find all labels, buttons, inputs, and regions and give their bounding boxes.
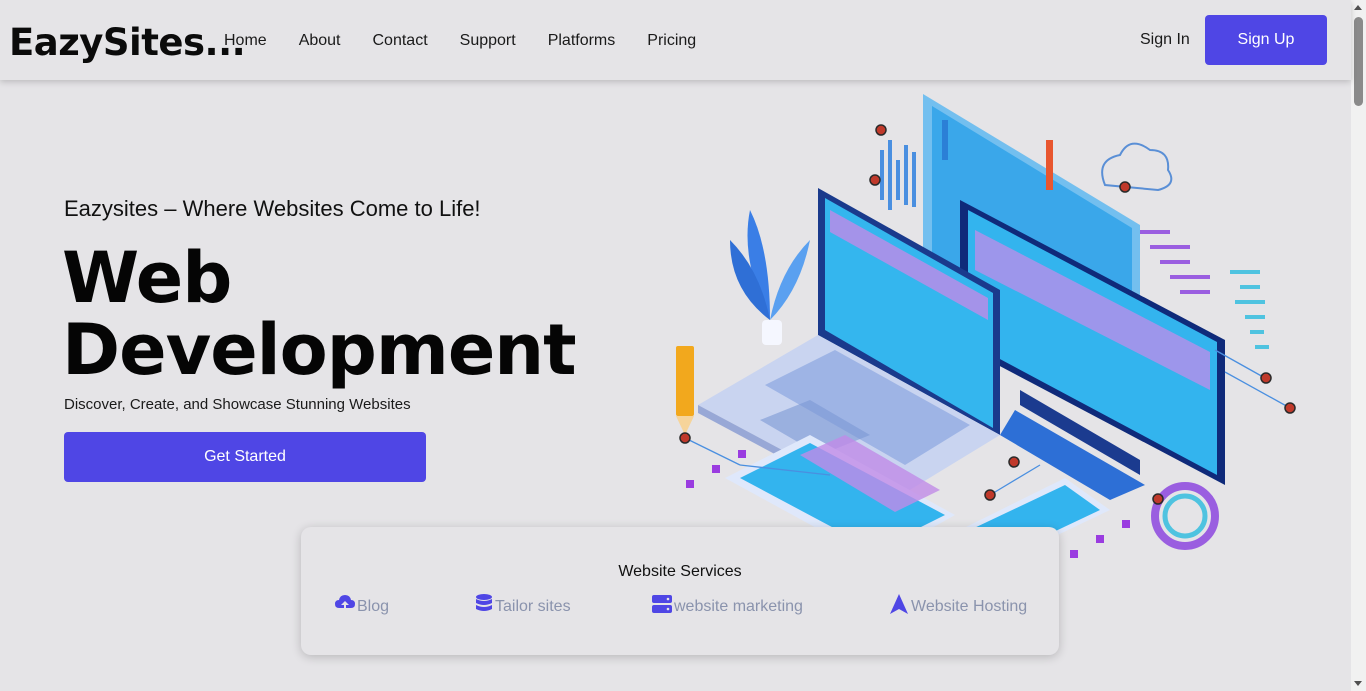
scroll-down-arrow-icon[interactable] bbox=[1354, 681, 1362, 686]
database-icon bbox=[474, 593, 495, 620]
nav-support[interactable]: Support bbox=[460, 31, 516, 51]
hero-title-line2: Development bbox=[62, 309, 577, 391]
main-nav: Home About Contact Support Platforms Pri… bbox=[224, 31, 728, 51]
scroll-thumb[interactable] bbox=[1354, 17, 1363, 106]
service-blog[interactable]: Blog bbox=[334, 593, 389, 620]
right-stripes bbox=[1140, 230, 1210, 294]
service-website-hosting[interactable]: Website Hosting bbox=[888, 593, 1027, 620]
page-scrollbar[interactable] bbox=[1351, 0, 1366, 691]
cloud-upload-icon bbox=[334, 593, 357, 620]
nav-platforms[interactable]: Platforms bbox=[548, 31, 616, 51]
get-started-button[interactable]: Get Started bbox=[64, 432, 426, 482]
site-logo[interactable]: EazySites... bbox=[9, 21, 246, 64]
nav-pricing[interactable]: Pricing bbox=[647, 31, 696, 51]
server-icon bbox=[651, 593, 674, 620]
hero-tagline: Eazysites – Where Websites Come to Life! bbox=[64, 196, 481, 221]
hero-title-line1: Web bbox=[62, 237, 232, 319]
services-title: Website Services bbox=[618, 563, 742, 580]
nav-home[interactable]: Home bbox=[224, 31, 267, 51]
data-bars-icon bbox=[880, 140, 916, 210]
service-website-marketing[interactable]: website marketing bbox=[651, 593, 803, 620]
right-stripes-blue bbox=[1230, 270, 1269, 349]
pencil-icon bbox=[676, 346, 694, 435]
web-development-illustration bbox=[676, 94, 1296, 560]
service-label: Website Hosting bbox=[911, 597, 1028, 615]
service-label: website marketing bbox=[674, 597, 803, 615]
service-label: Blog bbox=[357, 597, 390, 615]
hero-subtitle: Discover, Create, and Showcase Stunning … bbox=[64, 396, 411, 413]
arrow-up-icon bbox=[888, 593, 911, 620]
donut-chart-icon bbox=[1151, 482, 1219, 550]
cloud-icon bbox=[1101, 142, 1173, 192]
hero-title: Web Development bbox=[62, 242, 582, 386]
website-services-card: Website Services Blog Tailor sites websi… bbox=[301, 527, 1059, 655]
nav-contact[interactable]: Contact bbox=[373, 31, 428, 51]
nav-about[interactable]: About bbox=[299, 31, 341, 51]
service-label: Tailor sites bbox=[495, 597, 571, 615]
orange-bar bbox=[1046, 140, 1053, 190]
scroll-up-arrow-icon[interactable] bbox=[1354, 5, 1362, 10]
site-header: EazySites... Home About Contact Support … bbox=[0, 0, 1351, 80]
sign-in-link[interactable]: Sign In bbox=[1140, 31, 1190, 49]
sign-up-button[interactable]: Sign Up bbox=[1205, 15, 1327, 65]
service-tailor-sites[interactable]: Tailor sites bbox=[474, 593, 571, 620]
plant-icon bbox=[730, 210, 810, 345]
